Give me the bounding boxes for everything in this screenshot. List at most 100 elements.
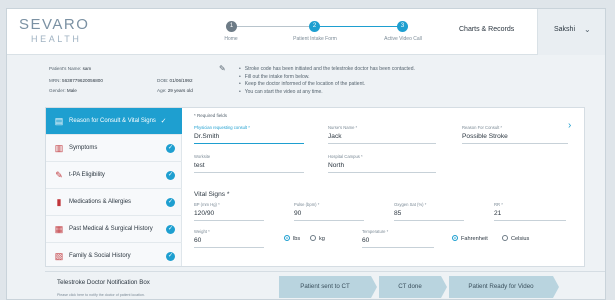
- patient-mrn-label: MRN:: [49, 78, 61, 83]
- patient-name-label: Patient's Name:: [49, 66, 82, 71]
- notification-box-subtitle[interactable]: Please click here to notify the doctor o…: [57, 293, 145, 297]
- weight-unit-kg-radio[interactable]: kg: [310, 235, 325, 242]
- nurse-field[interactable]: Nurse's Name * Jack: [328, 125, 436, 144]
- nav-item-label: Medications & Allergies: [69, 199, 132, 205]
- instruction-item: Keep the doctor informed of the location…: [239, 81, 415, 89]
- bp-input[interactable]: 120/90: [194, 207, 264, 221]
- step-chevron: [441, 276, 447, 298]
- weight-input[interactable]: 60: [194, 234, 264, 248]
- temp-unit-fahrenheit-radio[interactable]: Fahrenheit: [452, 235, 488, 242]
- pulse-input[interactable]: 90: [294, 207, 364, 221]
- radio-label: lbs: [293, 236, 301, 242]
- radio-label: kg: [319, 236, 325, 242]
- chevron-down-icon: ⌄: [584, 25, 591, 34]
- radio-label: Fahrenheit: [461, 236, 488, 242]
- radio-unselected-icon: [310, 235, 316, 241]
- user-name: Sakshi: [554, 26, 576, 33]
- nav-item-label: t-PA Eligibility: [69, 172, 105, 178]
- patient-age-label: Age:: [157, 88, 167, 93]
- check-circle-icon: ✓: [166, 144, 175, 153]
- step-2-label: Patient Intake Form: [293, 36, 337, 42]
- syringe-icon: ✎: [55, 170, 63, 180]
- doctor-notification-box: Telestroke Doctor Notification Box Pleas…: [45, 271, 605, 299]
- physician-field[interactable]: Physician requesting consult * Dr.Smith: [194, 125, 304, 144]
- nav-item-reason-vitals[interactable]: ▤ Reason for Consult & Vital Signs ✓: [46, 108, 182, 135]
- temp-unit-celsius-radio[interactable]: Celsius: [502, 235, 529, 242]
- patient-name-value: sam: [82, 66, 92, 71]
- user-menu[interactable]: Sakshi ⌄: [537, 9, 605, 55]
- weight-field[interactable]: Weight * 60: [194, 229, 264, 248]
- vital-signs-heading: Vital Signs *: [194, 191, 230, 198]
- intake-form-card: ▤ Reason for Consult & Vital Signs ✓ ▥ S…: [45, 107, 585, 267]
- nav-item-medications[interactable]: ▮ Medications & Allergies ✓: [46, 189, 182, 216]
- edit-patient-icon[interactable]: ✎: [219, 64, 226, 73]
- pulse-field[interactable]: Pulse (bpm) * 90: [294, 202, 364, 221]
- patient-gender: Gender: Male: [49, 88, 77, 93]
- next-section-arrow-icon[interactable]: ›: [568, 120, 571, 131]
- nav-item-tpa-eligibility[interactable]: ✎ t-PA Eligibility ✓: [46, 162, 182, 189]
- required-fields-note: * Required fields: [194, 113, 228, 118]
- form-section-nav: ▤ Reason for Consult & Vital Signs ✓ ▥ S…: [46, 108, 182, 266]
- oxygen-input[interactable]: 85: [394, 207, 464, 221]
- sevaro-health-logo[interactable]: SEVARO HEALTH: [19, 17, 89, 44]
- patient-age: Age: 29 years old: [157, 88, 193, 93]
- worksite-field[interactable]: Worksite test: [194, 154, 304, 173]
- check-circle-icon: ✓: [166, 225, 175, 234]
- bp-field[interactable]: BP (mm Hg) * 120/90: [194, 202, 264, 221]
- progress-stepper: 1 Home 2 Patient Intake Form 3 Active Vi…: [221, 21, 422, 51]
- step-chevron: [553, 276, 559, 298]
- reason-input[interactable]: Possible Stroke: [462, 130, 568, 144]
- symptoms-list-icon: ▥: [54, 143, 64, 153]
- step-1-dot[interactable]: 1: [226, 21, 237, 32]
- physician-input[interactable]: Dr.Smith: [194, 130, 304, 144]
- temperature-input[interactable]: 60: [362, 234, 434, 248]
- nav-item-label: Reason for Consult & Vital Signs: [69, 118, 156, 124]
- radio-unselected-icon: [502, 235, 508, 241]
- step-3-dot[interactable]: 3: [397, 21, 408, 32]
- instruction-item: Stroke code has been initiated and the t…: [239, 66, 415, 74]
- step-chevron: [371, 276, 377, 298]
- step-2-dot[interactable]: 2: [309, 21, 320, 32]
- rr-input[interactable]: 21: [494, 207, 566, 221]
- campus-field[interactable]: Hospital Campus * North: [328, 154, 436, 173]
- patient-dob: DOB: 01/06/1992: [157, 78, 193, 83]
- radio-selected-icon: [452, 235, 458, 241]
- patient-mrn-value: 5638779620056800: [62, 78, 103, 83]
- nurse-input[interactable]: Jack: [328, 130, 436, 144]
- nav-item-label: Past Medical & Surgical History: [69, 226, 153, 232]
- top-bar: SEVARO HEALTH 1 Home 2 Patient Intake Fo…: [7, 9, 605, 55]
- patient-gender-value: Male: [66, 88, 77, 93]
- notification-box-title: Telestroke Doctor Notification Box: [57, 279, 150, 286]
- instruction-item: Fill out the intake form below.: [239, 74, 415, 82]
- instruction-list: Stroke code has been initiated and the t…: [239, 66, 415, 96]
- stepper-line: [319, 26, 399, 27]
- patient-ready-for-video-button[interactable]: Patient Ready for Video: [449, 276, 553, 298]
- oxygen-field[interactable]: Oxygen Sat (%) * 85: [394, 202, 464, 221]
- charts-records-link[interactable]: Charts & Records: [459, 26, 514, 33]
- rr-field[interactable]: RR * 21: [494, 202, 566, 221]
- checkmark-icon: ✓: [160, 118, 167, 125]
- check-circle-icon: ✓: [166, 252, 175, 261]
- logo-subtitle: HEALTH: [31, 34, 82, 44]
- stepper-line: [231, 26, 311, 27]
- patient-sent-to-ct-button[interactable]: Patient sent to CT: [279, 276, 371, 298]
- patient-info: Patient's Name: sam MRN: 563877962005680…: [45, 64, 227, 104]
- temperature-field[interactable]: Temperature * 60: [362, 229, 434, 248]
- nav-item-medical-history[interactable]: ▦ Past Medical & Surgical History ✓: [46, 216, 182, 243]
- check-circle-icon: ✓: [166, 198, 175, 207]
- ct-done-button[interactable]: CT done: [379, 276, 441, 298]
- nav-item-label: Symptoms: [69, 145, 98, 151]
- instruction-item: You can start the video at any time.: [239, 89, 415, 97]
- patient-gender-label: Gender:: [49, 88, 66, 93]
- reason-vitals-form: * Required fields › Physician requesting…: [186, 108, 584, 266]
- radio-selected-icon: [284, 235, 290, 241]
- worksite-input[interactable]: test: [194, 159, 304, 173]
- patient-dob-value: 01/06/1992: [169, 78, 193, 83]
- nav-item-symptoms[interactable]: ▥ Symptoms ✓: [46, 135, 182, 162]
- weight-unit-lbs-radio[interactable]: lbs: [284, 235, 300, 242]
- family-icon: ▧: [54, 251, 64, 261]
- campus-input[interactable]: North: [328, 159, 436, 173]
- nav-item-family-history[interactable]: ▧ Family & Social History ✓: [46, 243, 182, 266]
- reason-field[interactable]: Reason For Consult * Possible Stroke: [462, 125, 568, 144]
- pill-bottle-icon: ▮: [56, 197, 62, 207]
